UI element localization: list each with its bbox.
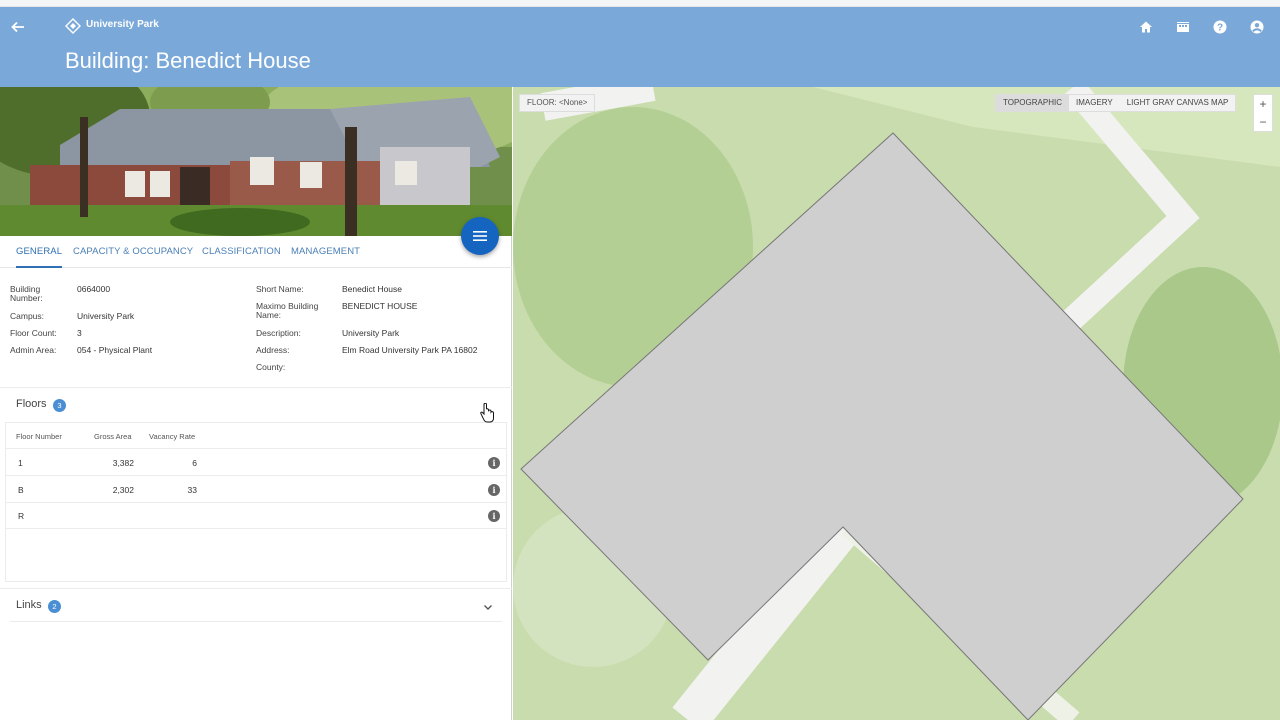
floors-count-badge: 3 (53, 399, 66, 412)
building-icon[interactable] (1173, 17, 1193, 37)
col-vacancy-rate: Vacancy Rate (149, 432, 196, 441)
floors-title: Floors (16, 398, 47, 410)
short-name-value: Benedict House (342, 284, 403, 294)
county-label: County: (256, 362, 286, 372)
table-row-floor: B (18, 485, 24, 495)
table-row-vacancy: 33 (187, 485, 197, 495)
building-number-value: 0664000 (77, 284, 111, 294)
maximo-name-label: Maximo Building Name: (256, 301, 319, 320)
back-arrow-icon[interactable] (8, 17, 28, 37)
browser-top-strip (0, 0, 1280, 7)
table-row-divider (5, 475, 507, 476)
section-divider (0, 387, 512, 388)
table-row-divider (5, 502, 507, 503)
svg-text:?: ? (1217, 23, 1223, 34)
info-icon[interactable]: i (488, 484, 500, 496)
maximo-name-value: BENEDICT HOUSE (342, 301, 418, 311)
basemap-switcher: TOPOGRAPHIC IMAGERY LIGHT GRAY CANVAS MA… (995, 94, 1237, 112)
mouse-pointer-icon (479, 402, 495, 423)
help-icon[interactable]: ? (1210, 17, 1230, 37)
chevron-down-icon[interactable] (482, 600, 494, 612)
short-name-label: Short Name: (256, 284, 304, 294)
info-icon[interactable]: i (488, 510, 500, 522)
building-map[interactable]: FLOOR: <None> TOPOGRAPHIC IMAGERY LIGHT … (513, 87, 1280, 720)
tab-capacity-occupancy[interactable]: CAPACITY & OCCUPANCY (73, 236, 193, 268)
campus-label: Campus: (10, 311, 45, 321)
description-label: Description: (256, 328, 301, 338)
tab-classification[interactable]: CLASSIFICATION (202, 236, 281, 268)
col-floor-number: Floor Number (16, 432, 62, 441)
links-count-badge: 2 (48, 600, 61, 613)
admin-area-label: Admin Area: (10, 345, 57, 355)
basemap-topographic-button[interactable]: TOPOGRAPHIC (996, 95, 1069, 111)
campus-value: University Park (77, 311, 135, 321)
admin-area-value: 054 - Physical Plant (77, 345, 153, 355)
info-icon[interactable]: i (488, 457, 500, 469)
links-title: Links (16, 599, 42, 611)
section-divider (10, 621, 502, 622)
floor-selector-button[interactable]: FLOOR: <None> (519, 94, 596, 112)
description-value: University Park (342, 328, 400, 338)
app-header: University Park Building: Benedict House… (0, 7, 1280, 87)
table-row-floor: 1 (18, 458, 23, 468)
table-row-divider (5, 448, 507, 449)
table-row-divider (5, 528, 507, 529)
building-details-panel: GENERAL CAPACITY & OCCUPANCY CLASSIFICAT… (0, 87, 512, 720)
address-value: Elm Road University Park PA 16802 (342, 345, 478, 355)
floor-count-value: 3 (77, 328, 82, 338)
zoom-in-button[interactable]: + (1254, 95, 1272, 113)
map-canvas (513, 87, 1280, 720)
table-row-vacancy: 6 (192, 458, 197, 468)
section-divider (0, 588, 512, 589)
basemap-light-gray-button[interactable]: LIGHT GRAY CANVAS MAP (1120, 95, 1236, 111)
floor-count-label: Floor Count: (10, 328, 57, 338)
zoom-out-button[interactable]: − (1254, 113, 1272, 131)
building-photo (0, 87, 512, 236)
tab-management[interactable]: MANAGEMENT (291, 236, 360, 268)
table-row-floor: R (18, 511, 25, 521)
university-logo-icon (64, 17, 82, 35)
col-gross-area: Gross Area (94, 432, 132, 441)
zoom-control: + − (1253, 94, 1273, 132)
home-icon[interactable] (1136, 17, 1156, 37)
tab-general[interactable]: GENERAL (16, 236, 63, 268)
basemap-imagery-button[interactable]: IMAGERY (1069, 95, 1120, 111)
page-title: Building: Benedict House (65, 48, 311, 73)
table-row-gross: 2,302 (112, 485, 134, 495)
address-label: Address: (256, 345, 290, 355)
table-row-gross: 3,382 (112, 458, 134, 468)
account-icon[interactable] (1247, 17, 1267, 37)
detail-tabs: GENERAL CAPACITY & OCCUPANCY CLASSIFICAT… (0, 236, 512, 268)
building-number-label: Building Number: (10, 284, 43, 303)
brand-name: University Park (86, 19, 159, 30)
